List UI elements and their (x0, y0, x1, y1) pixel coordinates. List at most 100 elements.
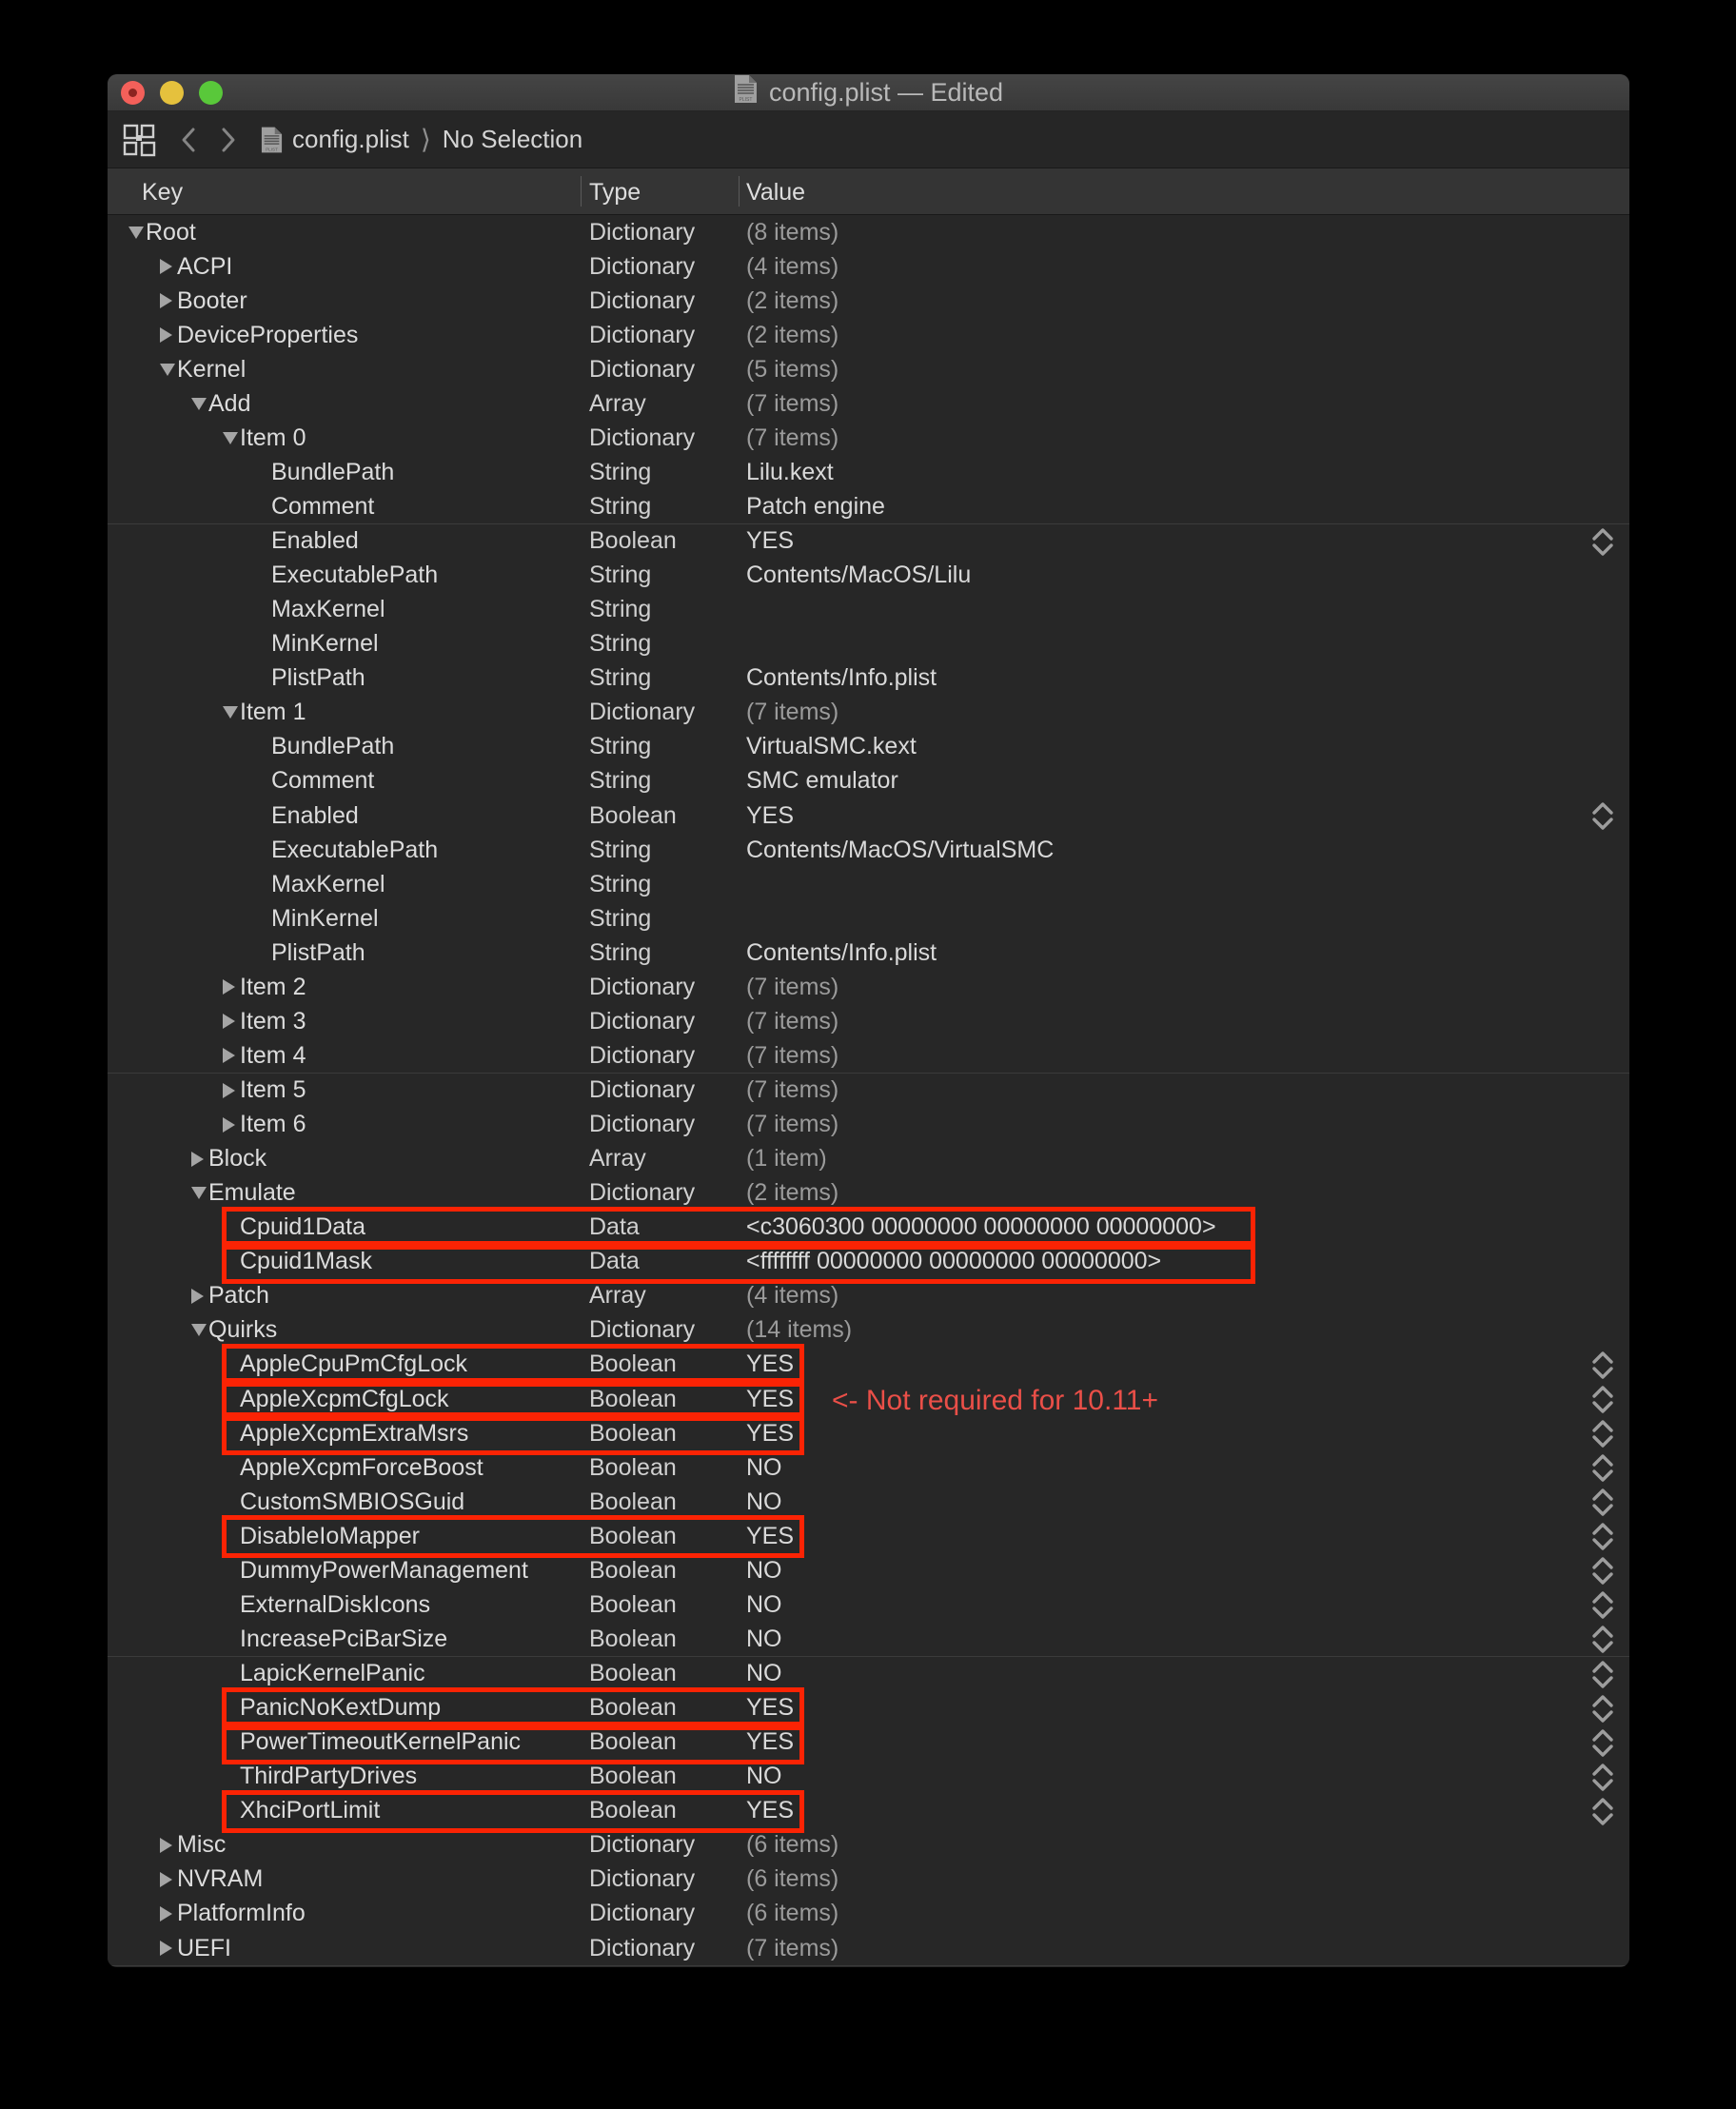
plist-row-comment[interactable]: CommentStringPatch engine (108, 489, 1629, 524)
row-type-cell[interactable]: Boolean (589, 1485, 677, 1519)
row-type-cell[interactable]: Data (589, 1211, 640, 1245)
row-type-cell[interactable]: String (589, 559, 651, 593)
row-type-cell[interactable]: Boolean (589, 1587, 677, 1622)
boolean-stepper[interactable] (1588, 1727, 1617, 1759)
disclosure-triangle-open-icon[interactable] (191, 1187, 208, 1199)
row-type-cell[interactable]: Dictionary (589, 249, 695, 284)
row-type-cell[interactable]: Dictionary (589, 215, 695, 249)
column-header-key[interactable]: Key (142, 179, 183, 207)
plist-row-comment[interactable]: CommentStringSMC emulator (108, 764, 1629, 799)
row-type-cell[interactable]: String (589, 627, 651, 661)
row-value-cell[interactable]: (7 items) (746, 696, 838, 730)
plist-row-cpuid1data[interactable]: Cpuid1DataData<c3060300 00000000 0000000… (108, 1211, 1629, 1246)
boolean-stepper[interactable] (1588, 1796, 1617, 1827)
back-icon[interactable] (181, 127, 196, 153)
disclosure-triangle-closed-icon[interactable] (191, 1289, 208, 1304)
row-value-cell[interactable]: (7 items) (746, 1108, 838, 1142)
plist-row-deviceproperties[interactable]: DevicePropertiesDictionary(2 items) (108, 318, 1629, 353)
disclosure-triangle-closed-icon[interactable] (223, 1048, 240, 1063)
row-type-cell[interactable]: Boolean (589, 1760, 677, 1794)
close-button[interactable] (121, 81, 145, 105)
disclosure-triangle-closed-icon[interactable] (160, 327, 177, 343)
plist-row-lapickernelpanic[interactable]: LapicKernelPanicBooleanNO (108, 1657, 1629, 1692)
disclosure-triangle-open-icon[interactable] (223, 432, 240, 444)
plist-row-acpi[interactable]: ACPIDictionary(4 items) (108, 249, 1629, 285)
disclosure-triangle-closed-icon[interactable] (160, 1872, 177, 1887)
row-type-cell[interactable]: Dictionary (589, 1313, 695, 1348)
row-type-cell[interactable]: Boolean (589, 1553, 677, 1587)
plist-row-applexcpmextramsrs[interactable]: AppleXcpmExtraMsrsBooleanYES (108, 1416, 1629, 1451)
row-type-cell[interactable]: Boolean (589, 798, 677, 833)
boolean-stepper[interactable] (1588, 526, 1617, 558)
row-value-cell[interactable]: Contents/Info.plist (746, 661, 937, 696)
boolean-stepper[interactable] (1588, 1555, 1617, 1587)
row-type-cell[interactable]: Boolean (589, 1382, 677, 1416)
disclosure-triangle-open-icon[interactable] (128, 227, 146, 239)
row-value-cell[interactable]: (7 items) (746, 1931, 838, 1965)
plist-row-root[interactable]: RootDictionary(8 items) (108, 215, 1629, 250)
column-divider[interactable] (581, 176, 582, 207)
row-type-cell[interactable]: Dictionary (589, 284, 695, 318)
row-value-cell[interactable]: (6 items) (746, 1897, 838, 1931)
plist-row-block[interactable]: BlockArray(1 item) (108, 1142, 1629, 1177)
row-type-cell[interactable]: Dictionary (589, 1176, 695, 1211)
plist-row-applexcpmcfglock[interactable]: AppleXcpmCfgLockBooleanYES (108, 1382, 1629, 1417)
plist-row-disableiomapper[interactable]: DisableIoMapperBooleanYES (108, 1519, 1629, 1554)
plist-row-enabled[interactable]: EnabledBooleanYES (108, 798, 1629, 834)
disclosure-triangle-closed-icon[interactable] (223, 1014, 240, 1029)
row-type-cell[interactable]: String (589, 867, 651, 901)
disclosure-triangle-closed-icon[interactable] (160, 1906, 177, 1922)
row-type-cell[interactable]: String (589, 901, 651, 936)
row-value-cell[interactable]: NO (746, 1622, 782, 1656)
row-value-cell[interactable]: SMC emulator (746, 764, 898, 798)
row-type-cell[interactable]: Dictionary (589, 696, 695, 730)
plist-row-panicnokextdump[interactable]: PanicNoKextDumpBooleanYES (108, 1691, 1629, 1726)
breadcrumb-selection[interactable]: No Selection (443, 125, 582, 154)
plist-row-cpuid1mask[interactable]: Cpuid1MaskData<ffffffff 00000000 0000000… (108, 1245, 1629, 1280)
row-type-cell[interactable]: Dictionary (589, 1863, 695, 1897)
row-value-cell[interactable]: NO (746, 1553, 782, 1587)
row-value-cell[interactable]: (7 items) (746, 421, 838, 455)
row-type-cell[interactable]: String (589, 455, 651, 489)
row-value-cell[interactable]: (8 items) (746, 215, 838, 249)
disclosure-triangle-closed-icon[interactable] (160, 259, 177, 274)
plist-row-maxkernel[interactable]: MaxKernelString (108, 593, 1629, 628)
row-type-cell[interactable]: Boolean (589, 1657, 677, 1691)
row-value-cell[interactable]: NO (746, 1587, 782, 1622)
plist-row-dummypowermanagement[interactable]: DummyPowerManagementBooleanNO (108, 1553, 1629, 1588)
related-items-icon[interactable] (122, 123, 156, 157)
plist-row-booter[interactable]: BooterDictionary(2 items) (108, 284, 1629, 319)
plist-row-customsmbiosguid[interactable]: CustomSMBIOSGuidBooleanNO (108, 1485, 1629, 1520)
row-type-cell[interactable]: Boolean (589, 1794, 677, 1828)
plist-row-patch[interactable]: PatchArray(4 items) (108, 1279, 1629, 1314)
row-type-cell[interactable]: Dictionary (589, 421, 695, 455)
plist-row-item-0[interactable]: Item 0Dictionary(7 items) (108, 421, 1629, 456)
row-type-cell[interactable]: String (589, 661, 651, 696)
row-value-cell[interactable]: YES (746, 798, 794, 833)
plist-row-thirdpartydrives[interactable]: ThirdPartyDrivesBooleanNO (108, 1760, 1629, 1795)
boolean-stepper[interactable] (1588, 1589, 1617, 1621)
column-divider[interactable] (739, 176, 740, 207)
boolean-stepper[interactable] (1588, 1487, 1617, 1518)
plist-row-applexcpmforceboost[interactable]: AppleXcpmForceBoostBooleanNO (108, 1450, 1629, 1486)
row-value-cell[interactable]: <ffffffff 00000000 00000000 00000000> (746, 1245, 1161, 1279)
boolean-stepper[interactable] (1588, 800, 1617, 832)
row-value-cell[interactable]: (5 items) (746, 352, 838, 386)
boolean-stepper[interactable] (1588, 1659, 1617, 1690)
row-type-cell[interactable]: String (589, 936, 651, 970)
row-type-cell[interactable]: Boolean (589, 1450, 677, 1485)
row-value-cell[interactable]: NO (746, 1657, 782, 1691)
disclosure-triangle-closed-icon[interactable] (160, 1941, 177, 1956)
plist-row-powertimeoutkernelpanic[interactable]: PowerTimeoutKernelPanicBooleanYES (108, 1725, 1629, 1761)
row-type-cell[interactable]: Dictionary (589, 1038, 695, 1073)
column-header-value[interactable]: Value (746, 179, 805, 207)
plist-row-maxkernel[interactable]: MaxKernelString (108, 867, 1629, 902)
row-value-cell[interactable]: (4 items) (746, 1279, 838, 1313)
plist-row-item-4[interactable]: Item 4Dictionary(7 items) (108, 1038, 1629, 1074)
plist-row-item-1[interactable]: Item 1Dictionary(7 items) (108, 696, 1629, 731)
plist-row-item-5[interactable]: Item 5Dictionary(7 items) (108, 1074, 1629, 1109)
plist-row-minkernel[interactable]: MinKernelString (108, 627, 1629, 662)
row-value-cell[interactable]: Contents/MacOS/VirtualSMC (746, 833, 1054, 867)
boolean-stepper[interactable] (1588, 1452, 1617, 1484)
row-type-cell[interactable]: String (589, 593, 651, 627)
